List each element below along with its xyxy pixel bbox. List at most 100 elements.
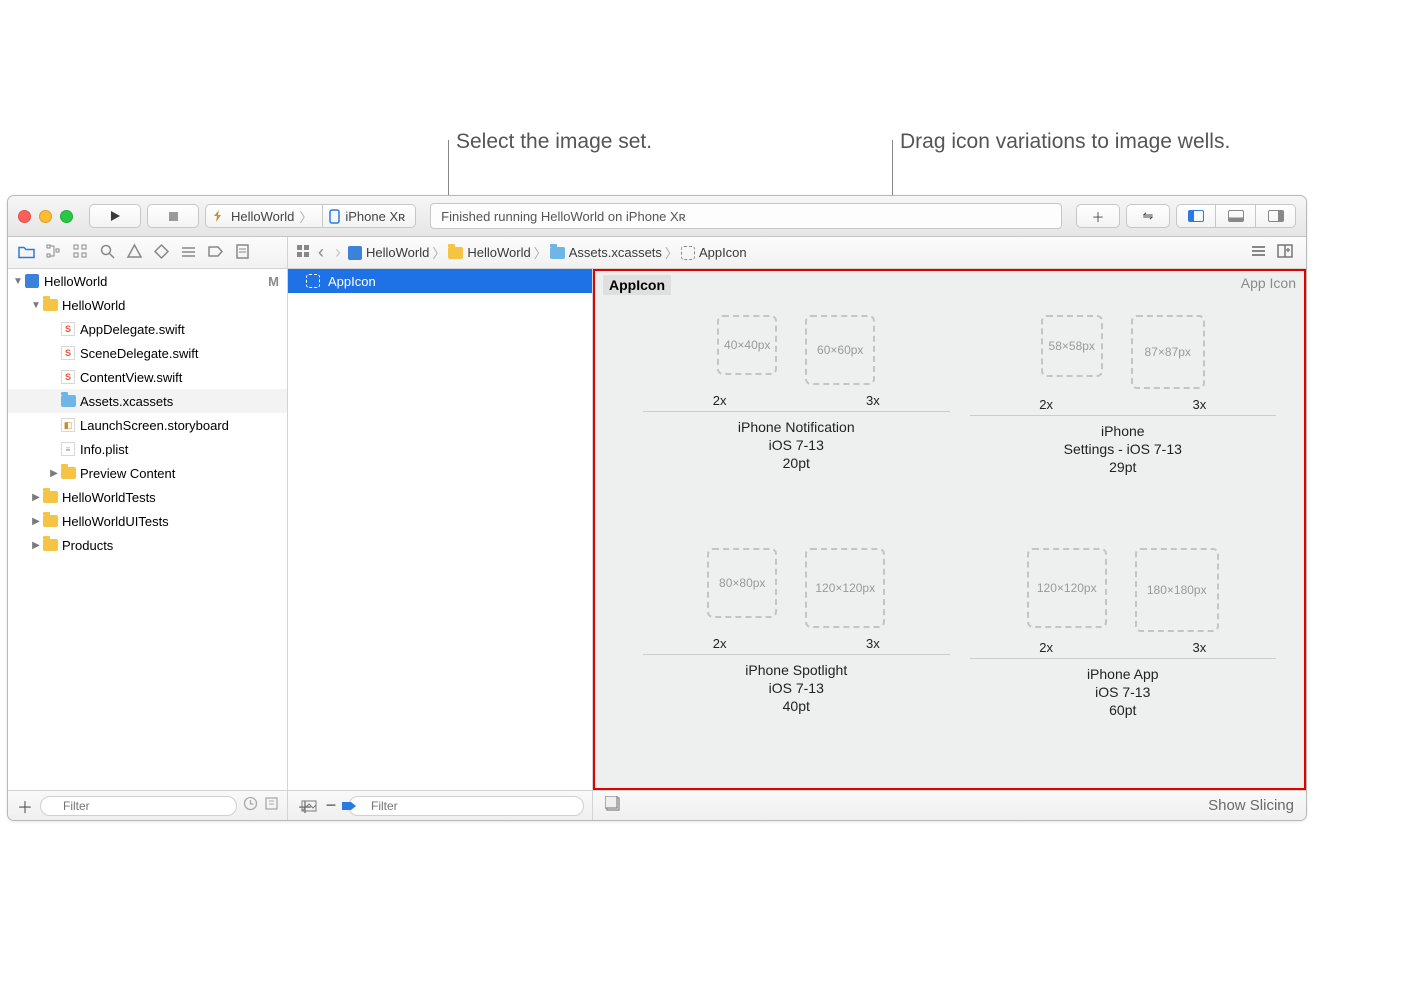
library-button[interactable]: ＋ [1076, 204, 1120, 228]
asset-filter-input[interactable] [348, 796, 584, 816]
navigator-item[interactable]: SAppDelegate.swift [8, 317, 287, 341]
scale-label: 3x [866, 636, 880, 651]
image-well[interactable]: 60×60px [805, 315, 875, 385]
find-navigator-tab[interactable] [99, 243, 116, 263]
image-wells-area: 40×40px 60×60px 2x 3x iPhone NotificationiOS… [593, 297, 1306, 790]
navigator-tabs [8, 237, 288, 268]
back-button[interactable]: ‹ [314, 242, 328, 263]
editor-options [1250, 244, 1306, 261]
navigator-item[interactable]: SContentView.swift [8, 365, 287, 389]
image-well[interactable]: 120×120px [805, 548, 885, 628]
symbol-navigator-tab[interactable] [72, 243, 89, 263]
scheme-destination[interactable]: iPhone Xʀ [323, 204, 416, 228]
asset-view-mode-button[interactable] [605, 796, 623, 816]
navigator-item[interactable]: ▶Preview Content [8, 461, 287, 485]
asset-item-appicon[interactable]: AppIcon [288, 269, 592, 293]
breadcrumb-appicon[interactable]: AppIcon [681, 245, 747, 260]
close-window-button[interactable] [18, 210, 31, 223]
breadcrumb-folder[interactable]: HelloWorld [448, 245, 530, 260]
scheme-destination-label: iPhone Xʀ [345, 209, 405, 224]
breadcrumb-label: HelloWorld [467, 245, 530, 260]
icon-group: 58×58px87×87px2x3xiPhoneSettings - iOS 7… [970, 315, 1277, 538]
scheme-target-label: HelloWorld [231, 209, 294, 224]
image-well[interactable]: 40×40px [717, 315, 777, 375]
navigator-item[interactable]: Assets.xcassets [8, 389, 287, 413]
navigator-filter-input[interactable] [40, 796, 237, 816]
file-icon [60, 465, 76, 481]
icon-group-label: iPhone SpotlightiOS 7-1340pt [745, 661, 847, 716]
scm-filter-button[interactable] [264, 796, 279, 816]
scale-label: 3x [866, 393, 880, 408]
navigator-root[interactable]: ▼ HelloWorld M [8, 269, 287, 293]
zoom-window-button[interactable] [60, 210, 73, 223]
navigator-item-label: HelloWorldTests [62, 490, 279, 505]
navigator-item[interactable]: ▶HelloWorldUITests [8, 509, 287, 533]
navigator-item-label: Assets.xcassets [80, 394, 279, 409]
breadcrumb-label: AppIcon [699, 245, 747, 260]
editor-layout-button[interactable] [1250, 244, 1267, 261]
breakpoint-navigator-tab[interactable] [207, 243, 224, 263]
issue-navigator-tab[interactable] [126, 243, 143, 263]
xcode-window: HelloWorld 〉 iPhone Xʀ Finished running … [7, 195, 1307, 821]
report-navigator-tab[interactable] [234, 243, 251, 263]
navigator-item[interactable]: ≡Info.plist [8, 437, 287, 461]
file-icon [42, 513, 58, 529]
file-icon [60, 393, 76, 409]
scale-label: 2x [713, 393, 727, 408]
minimize-window-button[interactable] [39, 210, 52, 223]
breadcrumb-project[interactable]: HelloWorld [348, 245, 429, 260]
toggle-debug-button[interactable] [1216, 204, 1256, 228]
image-well[interactable]: 80×80px [707, 548, 777, 618]
source-control-navigator-tab[interactable] [45, 243, 62, 263]
project-navigator-tab[interactable] [18, 243, 35, 263]
panel-toggles [1176, 204, 1296, 228]
related-items-button[interactable] [296, 244, 311, 262]
editor-title: AppIcon [603, 275, 671, 295]
show-slicing-button[interactable]: Show Slicing [1208, 797, 1294, 814]
file-icon: S [60, 345, 76, 361]
breadcrumb-assets[interactable]: Assets.xcassets [550, 245, 662, 260]
scheme-selector[interactable]: HelloWorld 〉 iPhone Xʀ [205, 204, 416, 228]
image-well[interactable]: 87×87px [1131, 315, 1205, 389]
navigator-item-label: Preview Content [80, 466, 279, 481]
add-file-button[interactable]: ＋ [16, 794, 34, 818]
navigator-item[interactable]: ▼HelloWorld [8, 293, 287, 317]
toggle-inspector-button[interactable] [1256, 204, 1296, 228]
window-controls [18, 210, 73, 223]
outline-view-button[interactable] [289, 790, 329, 820]
run-button[interactable] [89, 204, 141, 228]
image-well[interactable]: 58×58px [1041, 315, 1103, 377]
test-navigator-tab[interactable] [153, 243, 170, 263]
navigator-root-label: HelloWorld [44, 274, 268, 289]
icon-group-label: iPhoneSettings - iOS 7-1329pt [1064, 422, 1182, 477]
tag-button[interactable] [334, 790, 364, 820]
debug-navigator-tab[interactable] [180, 243, 197, 263]
activity-status-text: Finished running HelloWorld on iPhone Xʀ [441, 209, 686, 224]
forward-button[interactable]: › [331, 242, 345, 263]
asset-outline: AppIcon [288, 269, 593, 790]
icon-group: 80×80px120×120px2x3xiPhone SpotlightiOS … [643, 548, 950, 771]
image-well[interactable]: 120×120px [1027, 548, 1107, 628]
file-icon: S [60, 369, 76, 385]
file-icon [42, 297, 58, 313]
navigator-item[interactable]: ◧LaunchScreen.storyboard [8, 413, 287, 437]
stop-button[interactable] [147, 204, 199, 228]
source-control-badge: M [268, 274, 279, 289]
appicon-set-icon [306, 274, 320, 288]
secondary-toolbar: ‹ › HelloWorld 〉 HelloWorld 〉 Assets.xca… [8, 237, 1306, 269]
navigator-item[interactable]: ▶Products [8, 533, 287, 557]
image-well[interactable]: 180×180px [1135, 548, 1219, 632]
navigator-item[interactable]: SSceneDelegate.swift [8, 341, 287, 365]
add-editor-button[interactable] [1277, 244, 1294, 261]
asset-item-label: AppIcon [328, 274, 376, 289]
navigator-item-label: HelloWorld [62, 298, 279, 313]
navigator-item-label: HelloWorldUITests [62, 514, 279, 529]
navigator-item[interactable]: ▶HelloWorldTests [8, 485, 287, 509]
file-icon: ≡ [60, 441, 76, 457]
recent-filter-button[interactable] [243, 796, 258, 816]
toggle-navigator-button[interactable] [1176, 204, 1216, 228]
icon-group-label: iPhone NotificationiOS 7-1320pt [738, 418, 855, 473]
scheme-target[interactable]: HelloWorld 〉 [205, 204, 323, 228]
device-icon [329, 209, 340, 224]
code-review-button[interactable]: ⇋ [1126, 204, 1170, 228]
